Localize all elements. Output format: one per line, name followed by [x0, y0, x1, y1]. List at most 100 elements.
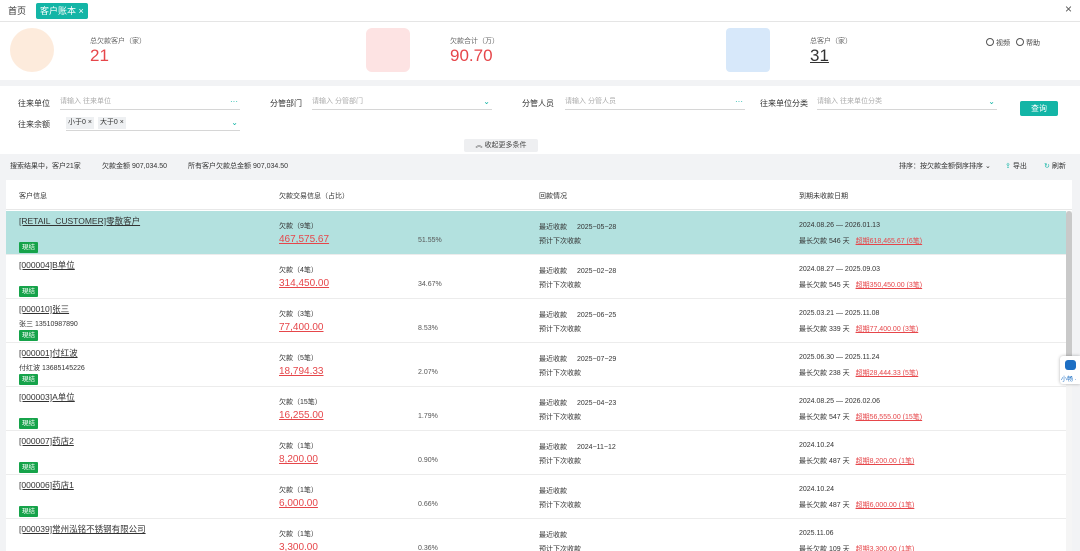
overdue-amount-link[interactable]: 超期6,000.00 (1笔)	[856, 502, 915, 509]
overdue-amount-link[interactable]: 超期350,450.00 (3笔)	[856, 282, 923, 289]
status-badge: 現结	[19, 286, 38, 297]
balance-tag-gt0[interactable]: 大于0 ×	[97, 117, 126, 129]
tab-customer-ledger-label: 客户账本	[40, 6, 77, 16]
overdue-amount-link[interactable]: 超期77,400.00 (3笔)	[856, 326, 919, 333]
result-summary: 搜索结果中，客户21家 欠款金额 907,034.50 所有客户欠款总金额 90…	[0, 156, 1080, 176]
next-payment-label: 预计下次收款	[539, 502, 581, 509]
longest-overdue: 最长欠款 546 天超期618,465.67 (6笔)	[799, 236, 922, 246]
status-badge: 現结	[19, 462, 38, 473]
status-badge: 現结	[19, 242, 38, 253]
summary-card-total-customers: 总客户（家） 31	[720, 22, 1080, 80]
recent-payment-label: 最近收款	[539, 224, 567, 231]
overdue-amount-link[interactable]: 超期3,300.00 (1笔)	[856, 546, 915, 551]
overdue-amount-link[interactable]: 超期8,200.00 (1笔)	[856, 458, 915, 465]
recent-payment-label: 最近收款	[539, 312, 567, 319]
export-button[interactable]: ⇪ 导出	[1005, 161, 1027, 171]
scrollbar-thumb[interactable]	[1066, 211, 1072, 376]
overdue-amount-link[interactable]: 超期28,444.33 (5笔)	[856, 370, 919, 377]
question-icon	[1016, 38, 1024, 46]
chevron-down-icon[interactable]: ⌄	[483, 94, 490, 110]
summary-card-total-debt: 欠款合计（万） 90.70	[360, 22, 716, 80]
due-date-range: 2025.06.30 — 2025.11.24	[799, 354, 880, 361]
customer-name-link[interactable]: [000003]A单位	[19, 391, 75, 403]
customer-table: 客户信息 欠款交易信息（占比） 回款情况 到期未收款日期 [RETAIL_CUS…	[6, 180, 1072, 551]
debt-amount-link[interactable]: 18,794.33	[279, 366, 324, 377]
debt-amount-link[interactable]: 3,300.00	[279, 542, 318, 551]
customer-contact: 张三 13510987890	[19, 321, 78, 328]
customer-name-link[interactable]: [000001]付红波	[19, 347, 78, 359]
debt-amount-link[interactable]: 16,255.00	[279, 410, 324, 421]
collapse-label: 收起更多条件	[484, 142, 527, 149]
counterparty-input[interactable]: 请输入 往来单位 ···	[60, 94, 240, 110]
table-row[interactable]: [000010]张三 张三 13510987890 現结 欠款（3笔） 77,400.0…	[6, 299, 1072, 343]
longest-overdue: 最长欠款 238 天超期28,444.33 (5笔)	[799, 368, 918, 378]
table-row[interactable]: [000001]付红波 付红波 13685145226 現结 欠款（5笔） 18,794…	[6, 343, 1072, 387]
table-row[interactable]: [000039]常州泓铭不锈钢有限公司 欠款（1笔） 3,300.00 0.36% 最近…	[6, 519, 1072, 551]
debt-amount-link[interactable]: 314,450.00	[279, 278, 329, 289]
card-label: 总客户（家）	[810, 38, 852, 45]
customer-name-link[interactable]: [000006]药店1	[19, 479, 74, 491]
longest-overdue: 最长欠款 545 天超期350,450.00 (3笔)	[799, 280, 922, 290]
table-row[interactable]: [RETAIL_CUSTOMER]零散客户 現结 欠款（9笔） 467,575.67 5…	[6, 211, 1072, 255]
recent-payment-date: 2025−02−28	[577, 268, 617, 275]
debt-count: 欠款（1笔）	[279, 487, 318, 494]
due-date-range: 2024.08.26 — 2026.01.13	[799, 222, 880, 229]
recent-payment-label: 最近收款	[539, 356, 567, 363]
debt-amount-link[interactable]: 77,400.00	[279, 322, 324, 333]
department-select[interactable]: 请输入 分管部门 ⌄	[312, 94, 492, 110]
card-value[interactable]: 31	[810, 46, 829, 66]
overdue-amount-link[interactable]: 超期56,555.00 (15笔)	[856, 414, 923, 421]
customer-name-link[interactable]: [000007]药店2	[19, 435, 74, 447]
manager-input[interactable]: 请输入 分管人员 ···	[565, 94, 745, 110]
collapse-filters-button[interactable]: ︽ 收起更多条件	[464, 139, 538, 152]
table-row[interactable]: [000003]A单位 現结 欠款（15笔） 16,255.00 1.79% 最近收款 20…	[6, 387, 1072, 431]
card-value: 90.70	[450, 46, 493, 65]
recent-payment: 最近收款	[539, 486, 567, 496]
debt-amount-link[interactable]: 467,575.67	[279, 234, 329, 245]
customer-name-link[interactable]: [000004]B单位	[19, 259, 75, 271]
balance-tag-lt0[interactable]: 小于0 ×	[66, 117, 94, 129]
customer-name-link[interactable]: [000010]张三	[19, 303, 69, 315]
recent-payment: 最近收款	[539, 530, 567, 540]
filter-panel: 往来单位 请输入 往来单位 ··· 分管部门 请输入 分管部门 ⌄ 分管人员 请…	[0, 86, 1080, 154]
longest-overdue: 最长欠款 487 天超期6,000.00 (1笔)	[799, 500, 914, 510]
close-icon[interactable]: ×	[1065, 2, 1072, 16]
tab-close-icon[interactable]: ×	[79, 6, 84, 16]
tab-customer-ledger[interactable]: 客户账本 ×	[36, 3, 88, 19]
header-customer-info: 客户信息	[19, 193, 47, 200]
category-select[interactable]: 请输入 往来单位分类 ⌄	[817, 94, 997, 110]
chevron-down-icon[interactable]: ⌄	[231, 115, 238, 131]
chevron-down-icon[interactable]: ⌄	[988, 94, 995, 110]
help-link[interactable]: 帮助	[1016, 38, 1040, 47]
sort-select[interactable]: 排序：按欠款金额倒序排序 ⌄	[899, 161, 991, 171]
export-label: 导出	[1012, 163, 1027, 170]
more-icon[interactable]: ···	[735, 94, 743, 110]
overdue-amount-link[interactable]: 超期618,465.67 (6笔)	[856, 238, 923, 245]
recent-payment-date: 2025−05−28	[577, 224, 617, 231]
help-label: 帮助	[1026, 40, 1040, 47]
debt-amount-link[interactable]: 6,000.00	[279, 498, 318, 509]
next-payment-label: 预计下次收款	[539, 370, 581, 377]
longest-days: 最长欠款 109 天	[799, 546, 850, 551]
result-total-debt: 所有客户欠款总金额 907,034.50	[188, 163, 288, 170]
query-button[interactable]: 查询	[1020, 101, 1058, 116]
result-count: 搜索结果中，客户21家	[10, 163, 81, 170]
assistant-widget[interactable]: 小畅 ·	[1060, 356, 1080, 384]
table-row[interactable]: [000006]药店1 現结 欠款（1笔） 6,000.00 0.66% 最近收款 预计下次…	[6, 475, 1072, 519]
recent-payment-date: 2024−11−12	[577, 444, 616, 451]
tab-home[interactable]: 首页	[4, 3, 30, 19]
balance-select[interactable]: 小于0 × 大于0 × ⌄	[66, 115, 240, 131]
tab-bar: 首页 客户账本 × ×	[0, 0, 1080, 22]
table-row[interactable]: [000004]B单位 現结 欠款（4笔） 314,450.00 34.67% 最近收款 2…	[6, 255, 1072, 299]
customer-name-link[interactable]: [000039]常州泓铭不锈钢有限公司	[19, 523, 146, 535]
table-row[interactable]: [000007]药店2 現结 欠款（1笔） 8,200.00 0.90% 最近收款 2024…	[6, 431, 1072, 475]
recent-payment: 最近收款 2024−11−12	[539, 442, 616, 452]
more-icon[interactable]: ···	[230, 94, 238, 110]
debt-amount-link[interactable]: 8,200.00	[279, 454, 318, 465]
customer-name-link[interactable]: [RETAIL_CUSTOMER]零散客户	[19, 215, 140, 227]
next-payment-label: 预计下次收款	[539, 414, 581, 421]
recent-payment-date: 2025−06−25	[577, 312, 617, 319]
video-link[interactable]: 视频	[986, 38, 1010, 47]
refresh-button[interactable]: ↻ 刷新	[1044, 161, 1066, 171]
recent-payment: 最近收款 2025−06−25	[539, 310, 616, 320]
